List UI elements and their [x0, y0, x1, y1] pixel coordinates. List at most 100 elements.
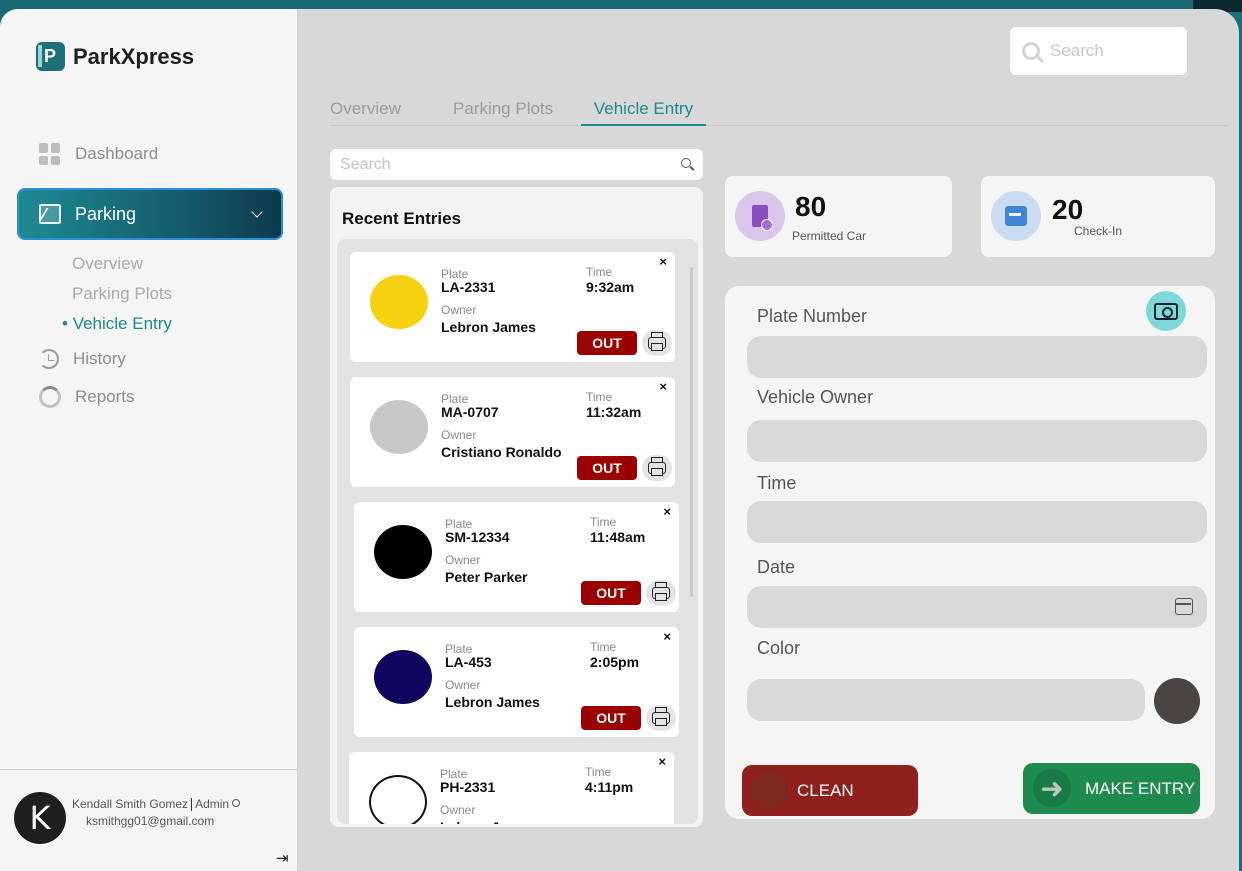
owner-label: Owner [441, 428, 477, 442]
date-label: Date [757, 557, 796, 577]
entry-card[interactable]: PlatePH-2331OwnerLebron JamesTime4:11pm×… [349, 752, 674, 824]
sidebar-divider [0, 769, 298, 770]
out-button[interactable]: OUT [581, 581, 641, 605]
sidebar-subitem-vehicle-entry[interactable]: • Vehicle Entry [62, 314, 172, 334]
owner-value: Cristiano Ronaldo [441, 444, 562, 460]
camera-icon[interactable] [1146, 291, 1186, 331]
entries-search-input[interactable]: Search [330, 149, 703, 180]
print-button[interactable] [642, 330, 672, 356]
search-input[interactable]: Search [1050, 41, 1104, 61]
avatar[interactable]: K [14, 792, 66, 844]
user-info: Kendall Smith Gomez Admin [72, 797, 241, 812]
sidebar-item-parking[interactable]: Parking [17, 188, 283, 240]
stat-card-checkin: 20 Check-In [981, 176, 1215, 257]
plate-number-field[interactable] [747, 336, 1207, 378]
time-field[interactable] [747, 501, 1207, 543]
tab-overview[interactable]: Overview [330, 99, 401, 119]
plate-value: SM-12334 [445, 529, 510, 545]
close-icon[interactable]: × [658, 754, 666, 769]
plate-number-label: Plate Number [757, 306, 868, 326]
vehicle-entry-form: Plate Number Vehicle Owner Time Date Col… [725, 286, 1215, 819]
owner-label: Owner [445, 553, 481, 567]
entry-card[interactable]: Plate LA-453 Owner Lebron James Time 2:05pm × O… [354, 627, 679, 737]
entry-card[interactable]: Plate MA-0707 Owner Cristiano Ronaldo Time 11… [350, 377, 675, 487]
time-label: Time [757, 473, 797, 493]
sidebar: P ParkXpress Dashboard Parking Overview … [0, 9, 298, 871]
out-button[interactable]: OUT [577, 456, 637, 480]
user-name: Kendall Smith Gomez [72, 797, 189, 811]
time-label: Time [590, 640, 617, 654]
chevron-down-icon[interactable] [251, 206, 263, 218]
printer-icon [648, 457, 666, 476]
close-icon[interactable]: × [659, 379, 667, 394]
calendar-icon[interactable] [1175, 598, 1193, 615]
recent-entries-list[interactable]: Plate LA-2331 Owner Lebron James Time 9:32am ×… [337, 239, 698, 824]
brand-name: ParkXpress [73, 43, 195, 69]
logout-icon[interactable]: ⇥ [276, 849, 289, 867]
owner-value: Peter Parker [445, 569, 528, 585]
sidebar-item-reports[interactable]: Reports [39, 386, 135, 408]
plate-value: LA-2331 [441, 279, 496, 295]
time-label: Time [586, 390, 613, 404]
time-value: 2:05pm [590, 654, 640, 670]
color-field[interactable] [747, 679, 1145, 721]
close-icon[interactable]: × [663, 629, 671, 644]
recent-entries-title: Recent Entries [342, 209, 462, 228]
make-entry-button-label: MAKE ENTRY [1085, 778, 1196, 798]
app-frame: P ParkXpress Dashboard Parking Overview … [0, 9, 1239, 871]
color-swatch-picker[interactable] [1154, 678, 1200, 724]
owner-value: Lebron James [441, 319, 536, 335]
print-button[interactable] [646, 705, 676, 731]
sidebar-subitem-parking-plots[interactable]: Parking Plots [72, 284, 172, 304]
time-label: Time [586, 265, 613, 279]
vehicle-owner-field[interactable] [747, 420, 1207, 462]
scrollbar[interactable] [690, 267, 693, 597]
printer-icon [648, 332, 666, 351]
out-button[interactable]: OUT [577, 331, 637, 355]
search-icon [1022, 42, 1040, 60]
history-icon [39, 349, 59, 369]
owner-value: Lebron James [445, 694, 540, 710]
sidebar-item-dashboard[interactable]: Dashboard [39, 143, 158, 165]
vehicle-color-swatch [374, 650, 432, 704]
user-email: ksmithgg01@gmail.com [86, 814, 215, 828]
tab-vehicle-entry[interactable]: Vehicle Entry [581, 99, 706, 126]
close-icon[interactable]: × [659, 254, 667, 269]
print-button[interactable] [642, 455, 672, 481]
clean-button-circle [750, 771, 788, 809]
recent-entries-panel: Recent Entries Plate LA-2331 Owner Lebron J… [330, 187, 703, 827]
sidebar-item-label: Dashboard [75, 144, 159, 163]
sidebar-item-label: Parking [75, 203, 137, 224]
vehicle-color-swatch [374, 525, 432, 579]
owner-label: Owner [441, 303, 477, 317]
owner-label: Owner [440, 803, 476, 817]
date-field[interactable] [747, 586, 1207, 628]
sidebar-item-history[interactable]: History [39, 349, 126, 369]
time-label: Time [590, 515, 617, 529]
plate-value: LA-453 [445, 654, 492, 670]
stat-label: Permitted Car [792, 229, 867, 243]
clean-button[interactable]: CLEAN [742, 765, 918, 816]
time-value: 4:11pm [585, 779, 634, 795]
vehicle-owner-label: Vehicle Owner [757, 387, 874, 407]
global-search[interactable]: Search [1010, 27, 1187, 75]
time-value: 11:32am [586, 404, 642, 420]
entry-card[interactable]: Plate SM-12334 Owner Peter Parker Time 11:48a… [354, 502, 679, 612]
print-button[interactable] [646, 580, 676, 606]
permit-doc-icon [735, 191, 785, 241]
sidebar-item-label: History [73, 349, 126, 368]
search-icon[interactable] [681, 158, 691, 168]
brand[interactable]: P ParkXpress [36, 42, 194, 71]
time-value: 11:48am [590, 529, 646, 545]
person-icon [232, 798, 241, 807]
time-label: Time [585, 765, 612, 779]
close-icon[interactable]: × [663, 504, 671, 519]
tab-parking-plots[interactable]: Parking Plots [453, 99, 553, 119]
color-label: Color [757, 638, 801, 658]
entry-card[interactable]: Plate LA-2331 Owner Lebron James Time 9:32am ×… [350, 252, 675, 362]
out-button[interactable]: OUT [581, 706, 641, 730]
make-entry-button[interactable]: ➜ MAKE ENTRY [1023, 763, 1200, 814]
vehicle-color-swatch [370, 275, 428, 329]
time-value: 9:32am [586, 279, 635, 295]
sidebar-subitem-overview[interactable]: Overview [72, 254, 143, 274]
